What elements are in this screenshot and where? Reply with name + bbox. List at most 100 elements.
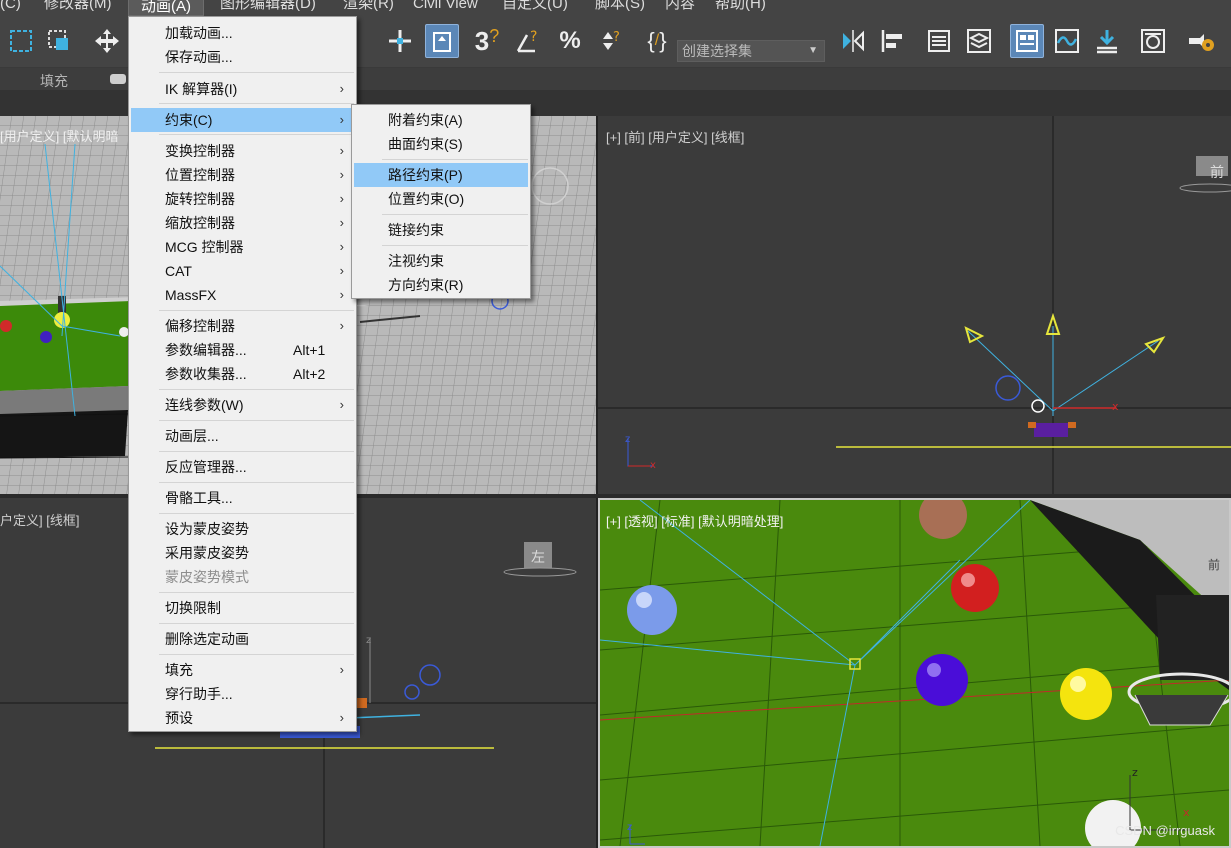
menu-item-presets[interactable]: 预设 › — [131, 706, 354, 730]
percent-snap-icon[interactable]: % — [553, 24, 587, 58]
menu-scripting[interactable]: 脚本(S) — [595, 0, 645, 12]
menu-separator — [159, 103, 354, 104]
svg-text:z: z — [627, 822, 632, 833]
menu-item-label: 方向约束(R) — [388, 277, 464, 293]
menu-item-link-constraint[interactable]: 链接约束 — [354, 218, 528, 242]
menu-item-label: 采用蒙皮姿势 — [165, 545, 249, 561]
menu-animation[interactable]: 动画(A) — [128, 0, 204, 16]
menu-item-massfx[interactable]: MassFX › — [131, 283, 354, 307]
snaps-toggle-icon[interactable]: 3? — [470, 24, 504, 58]
menu-item-set-skin-pose[interactable]: 设为蒙皮姿势 — [131, 517, 354, 541]
menu-create[interactable]: (C) — [0, 0, 21, 12]
viewcube-left-label[interactable]: 左 — [531, 547, 545, 567]
menu-item-label: 参数收集器... — [165, 366, 247, 382]
ribbon-toggle-icon[interactable] — [1010, 24, 1044, 58]
dope-sheet-icon[interactable] — [1090, 24, 1124, 58]
menu-item-scale-controllers[interactable]: 缩放控制器 › — [131, 211, 354, 235]
viewport-bottom-right-label[interactable]: [+] [透视] [标准] [默认明暗处理] — [606, 511, 783, 530]
chevron-right-icon: › — [339, 191, 344, 206]
select-move-icon[interactable] — [90, 24, 124, 58]
menu-item-label: MassFX — [165, 287, 217, 303]
menu-separator — [382, 245, 528, 246]
menu-customize[interactable]: 自定义(U) — [502, 0, 568, 12]
menu-item-rotation-controllers[interactable]: 旋转控制器 › — [131, 187, 354, 211]
keyboard-shortcut-override-icon[interactable] — [425, 24, 459, 58]
menu-separator — [382, 214, 528, 215]
spinner-snap-icon[interactable]: ? — [592, 24, 626, 58]
menu-item-constraints[interactable]: 约束(C) › — [131, 108, 354, 132]
viewcube-front-label[interactable]: 前 — [1210, 162, 1224, 182]
menu-item-wire-parameters[interactable]: 连线参数(W) › — [131, 393, 354, 417]
snap-pivot-icon[interactable] — [383, 24, 417, 58]
menu-item-label: 缩放控制器 — [165, 215, 235, 231]
menu-item-attachment-constraint[interactable]: 附着约束(A) — [354, 108, 528, 132]
menu-item-parameter-collector[interactable]: 参数收集器... Alt+2 — [131, 362, 354, 386]
menu-help[interactable]: 帮助(H) — [715, 0, 766, 12]
material-editor-icon[interactable] — [1136, 24, 1170, 58]
menu-item-cat[interactable]: CAT › — [131, 259, 354, 283]
selection-set-text: 创建选择集 — [682, 43, 752, 59]
angle-snap-icon[interactable]: ? — [510, 24, 544, 58]
menu-item-walkthrough-assistant[interactable]: 穿行助手... — [131, 682, 354, 706]
menu-item-save-animation[interactable]: 保存动画... — [131, 45, 354, 69]
menu-item-label: 变换控制器 — [165, 143, 235, 159]
curve-editor-icon[interactable] — [1050, 24, 1084, 58]
svg-text:z: z — [366, 635, 371, 646]
menu-separator — [159, 420, 354, 421]
menu-item-delete-selected-animation[interactable]: 删除选定动画 — [131, 627, 354, 651]
menu-separator — [159, 654, 354, 655]
render-setup-icon[interactable] — [1184, 24, 1218, 58]
menu-item-position-controllers[interactable]: 位置控制器 › — [131, 163, 354, 187]
edit-named-selection-icon[interactable]: {/} — [640, 24, 674, 58]
menu-item-orientation-constraint[interactable]: 方向约束(R) — [354, 273, 528, 297]
layer-explorer-icon[interactable] — [962, 24, 996, 58]
viewport-top-left-label[interactable]: [用户定义] [默认明暗 — [0, 126, 118, 145]
menu-item-label: 偏移控制器 — [165, 318, 235, 334]
named-selection-set-dropdown[interactable]: 创建选择集 ▼ — [677, 40, 825, 62]
viewcube-front-label-2[interactable]: 前 — [1208, 556, 1220, 573]
align-icon[interactable] — [876, 24, 910, 58]
viewport-top-right-label[interactable]: [+] [前] [用户定义] [线框] — [606, 127, 744, 146]
menu-shortcut: Alt+1 — [293, 342, 326, 358]
select-region-icon[interactable] — [4, 24, 38, 58]
menu-content[interactable]: 内容 — [665, 0, 695, 12]
menu-item-label: 删除选定动画 — [165, 631, 249, 647]
menu-item-mcg-controllers[interactable]: MCG 控制器 › — [131, 235, 354, 259]
menu-modifiers[interactable]: 修改器(M) — [44, 0, 112, 12]
menu-item-assume-skin-pose[interactable]: 采用蒙皮姿势 — [131, 541, 354, 565]
menu-item-offset-controllers[interactable]: 偏移控制器 › — [131, 314, 354, 338]
window-crossing-icon[interactable] — [42, 24, 76, 58]
viewport-top-right[interactable]: x z x [+] [前] [用户定义] [线框] 前 — [598, 116, 1231, 494]
chevron-right-icon: › — [339, 263, 344, 278]
menu-item-position-constraint[interactable]: 位置约束(O) — [354, 187, 528, 211]
scene-explorer-icon[interactable] — [922, 24, 956, 58]
menu-item-surface-constraint[interactable]: 曲面约束(S) — [354, 132, 528, 156]
menu-item-parameter-editor[interactable]: 参数编辑器... Alt+1 — [131, 338, 354, 362]
viewport-bottom-right[interactable]: z x z [+] [透视] [标准] [默认明暗处理] 前 — [598, 498, 1231, 848]
viewport-top-right-scene: x z x — [598, 116, 1231, 494]
mirror-icon[interactable] — [836, 24, 870, 58]
menu-item-bone-tools[interactable]: 骨骼工具... — [131, 486, 354, 510]
menubar: (C) 修改器(M) 动画(A) 图形编辑器(D) 渲染(R) Civil Vi… — [0, 0, 1231, 16]
menu-item-path-constraint[interactable]: 路径约束(P) — [354, 163, 528, 187]
ribbon-toggle-dropdown[interactable] — [110, 74, 126, 84]
menu-item-ik-solvers[interactable]: IK 解算器(I) › — [131, 77, 354, 101]
menu-item-lookat-constraint[interactable]: 注视约束 — [354, 249, 528, 273]
menu-item-label: CAT — [165, 263, 192, 279]
chevron-right-icon: › — [339, 397, 344, 412]
viewport-bottom-left-label[interactable]: 户定义] [线框] — [0, 510, 79, 529]
menu-item-populate[interactable]: 填充 › — [131, 658, 354, 682]
menu-item-toggle-limits[interactable]: 切换限制 — [131, 596, 354, 620]
menu-item-reaction-manager[interactable]: 反应管理器... — [131, 455, 354, 479]
menu-graph-editors[interactable]: 图形编辑器(D) — [220, 0, 316, 12]
viewport-divider-vertical[interactable] — [596, 116, 598, 848]
menu-civil-view[interactable]: Civil View — [413, 0, 478, 12]
menu-item-transform-controllers[interactable]: 变换控制器 › — [131, 139, 354, 163]
menu-item-load-animation[interactable]: 加载动画... — [131, 21, 354, 45]
menu-separator — [159, 134, 354, 135]
svg-text:?: ? — [613, 30, 620, 45]
menu-item-label: 穿行助手... — [165, 686, 233, 702]
menu-item-animation-layers[interactable]: 动画层... — [131, 424, 354, 448]
menu-rendering[interactable]: 渲染(R) — [343, 0, 394, 12]
menu-item-label: 骨骼工具... — [165, 490, 233, 506]
